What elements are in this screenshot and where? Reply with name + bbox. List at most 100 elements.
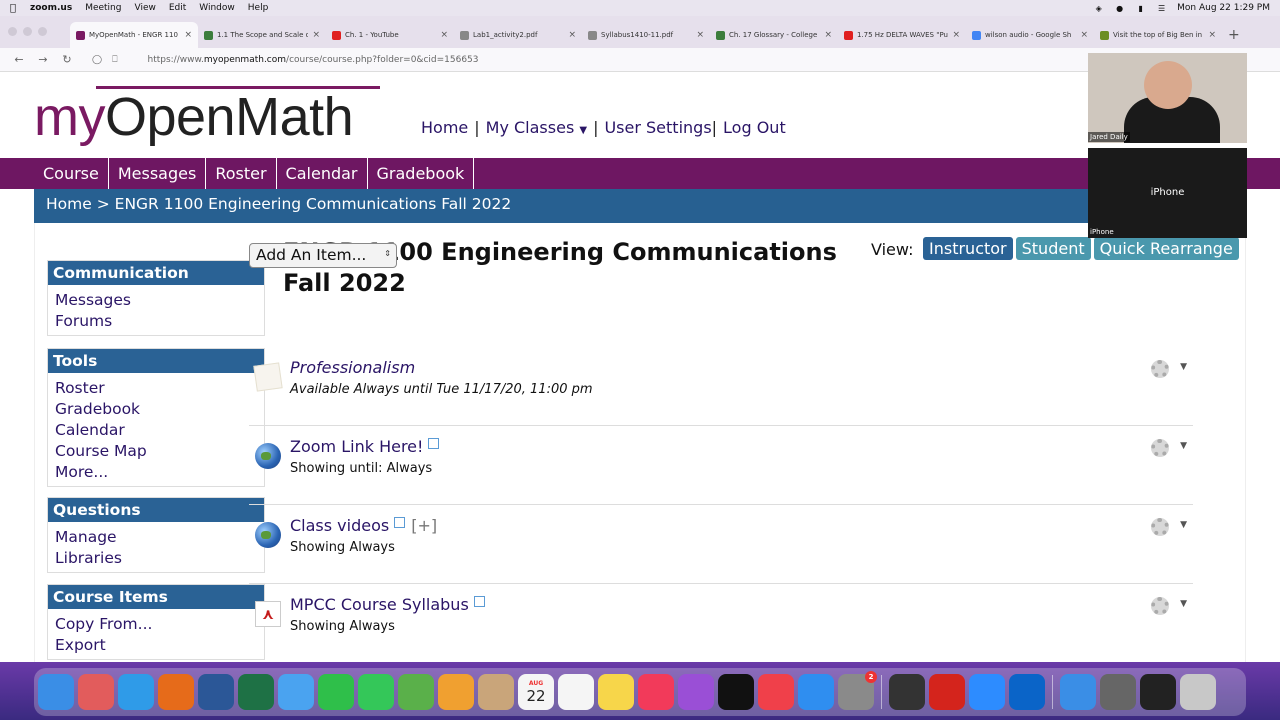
music-icon[interactable] [638,674,674,710]
course-nav-course[interactable]: Course [34,158,109,189]
course-nav-calendar[interactable]: Calendar [277,158,368,189]
close-tab-icon[interactable]: × [952,30,960,40]
terminal-icon[interactable] [1140,674,1176,710]
wifi-icon[interactable]: ◈ [1093,4,1104,13]
zoom-video-tile[interactable]: iPhone iPhone [1088,148,1247,238]
close-tab-icon[interactable]: × [440,30,448,40]
bluetooth-icon[interactable]: ● [1114,4,1125,13]
close-tab-icon[interactable]: × [312,30,320,40]
sidebar-link[interactable]: Roster [55,378,257,399]
sidebar-link[interactable]: Libraries [55,548,257,569]
expand-toggle[interactable]: [+] [411,516,437,535]
menu-view[interactable]: View [134,3,155,13]
finder-icon[interactable] [38,674,74,710]
sidebar-link[interactable]: Messages [55,290,257,311]
trash-icon[interactable] [1180,674,1216,710]
gear-icon[interactable] [1151,439,1169,457]
nav-user-settings-link[interactable]: User Settings [604,118,711,137]
course-item-title[interactable]: Professionalism [290,358,415,377]
sidebar-link[interactable]: Calendar [55,420,257,441]
close-tab-icon[interactable]: × [184,30,192,40]
settings-icon[interactable]: 2 [838,671,877,710]
firefox-icon[interactable] [158,674,194,710]
close-tab-icon[interactable]: × [824,30,832,40]
menu-meeting[interactable]: Meeting [85,3,121,13]
control-center-icon[interactable]: ☰ [1156,4,1167,13]
menu-help[interactable]: Help [248,3,269,13]
gear-icon[interactable] [1151,360,1169,378]
browser-tab[interactable]: Visit the top of Big Ben in × [1094,22,1222,48]
contacts-icon[interactable] [478,674,514,710]
menu-edit[interactable]: Edit [169,3,186,13]
qr-icon[interactable] [889,674,925,710]
browser-tab[interactable]: Lab1_activity2.pdf × [454,22,582,48]
menu-window[interactable]: Window [199,3,235,13]
sidebar-link[interactable]: Course Map [55,441,257,462]
zoom-icon[interactable] [969,674,1005,710]
menubar-clock[interactable]: Mon Aug 22 1:29 PM [1177,3,1270,13]
course-item-title[interactable]: Class videos [+] [290,516,437,535]
downloads-icon[interactable] [1060,674,1096,710]
podcasts-icon[interactable] [678,674,714,710]
forward-icon[interactable]: → [34,53,52,66]
messages-icon[interactable] [358,674,394,710]
reload-icon[interactable]: ↻ [58,53,76,66]
view-instructor-button[interactable]: Instructor [923,237,1013,260]
menu-app-name[interactable]: zoom.us [30,3,72,13]
screenshot-icon[interactable] [1100,674,1136,710]
address-bar[interactable]: https://www.myopenmath.com/course/course… [147,55,478,65]
close-tab-icon[interactable]: × [1208,30,1216,40]
close-tab-icon[interactable]: × [696,30,704,40]
browser-tab[interactable]: 1.1 The Scope and Scale o × [198,22,326,48]
course-item-title[interactable]: MPCC Course Syllabus [290,595,485,614]
nav-home-link[interactable]: Home [421,118,468,137]
sidebar-link[interactable]: Export [55,635,257,656]
course-nav-messages[interactable]: Messages [109,158,207,189]
photos-icon[interactable] [438,674,474,710]
sidebar-link[interactable]: Manage [55,527,257,548]
nav-logout-link[interactable]: Log Out [723,118,786,137]
zoom-window-button[interactable] [38,27,47,36]
lock-icon[interactable]: ⎕ [112,55,117,65]
browser-tab[interactable]: Syllabus1410-11.pdf × [582,22,710,48]
browser-tab[interactable]: 1.75 Hz DELTA WAVES "Pu × [838,22,966,48]
view-student-button[interactable]: Student [1015,237,1091,260]
mail-icon[interactable] [278,674,314,710]
sidebar-link[interactable]: More... [55,462,257,483]
course-nav-roster[interactable]: Roster [206,158,277,189]
course-item-title[interactable]: Zoom Link Here! [290,437,440,456]
battery-icon[interactable]: ▮ [1135,4,1146,13]
course-nav-gradebook[interactable]: Gradebook [368,158,475,189]
apple-icon[interactable]:  [10,3,16,14]
add-item-select[interactable]: Add An Item... ⇕ [249,243,397,268]
browser-tab[interactable]: Ch. 17 Glossary - College × [710,22,838,48]
back-icon[interactable]: ← [10,53,28,66]
sidebar-link[interactable]: Gradebook [55,399,257,420]
calendar-icon[interactable]: AUG 22 [518,674,554,710]
chevron-down-icon[interactable]: ▼ [1180,520,1187,530]
facetime-icon[interactable] [318,674,354,710]
news-icon[interactable] [758,674,794,710]
maps-icon[interactable] [398,674,434,710]
shield-icon[interactable]: ◯ [92,55,102,65]
appstore-icon[interactable] [798,674,834,710]
zoom-video-tile[interactable]: Jared Daily [1088,53,1247,143]
view-quick-rearrange-button[interactable]: Quick Rearrange [1093,237,1239,260]
outlook-icon[interactable] [1009,674,1045,710]
new-tab-button[interactable]: + [1228,22,1240,48]
chevron-down-icon[interactable]: ▼ [1180,441,1187,451]
notes-icon[interactable] [598,674,634,710]
launchpad-icon[interactable] [78,674,114,710]
safari-icon[interactable] [118,674,154,710]
tv-icon[interactable] [718,674,754,710]
myopenmath-logo[interactable]: myOpenMath [34,86,354,148]
close-tab-icon[interactable]: × [568,30,576,40]
gear-icon[interactable] [1151,518,1169,536]
chevron-down-icon[interactable]: ▼ [1180,599,1187,609]
chevron-down-icon[interactable]: ▼ [1180,362,1187,372]
word-icon[interactable] [198,674,234,710]
sidebar-link[interactable]: Copy From... [55,614,257,635]
breadcrumb-home[interactable]: Home [46,195,92,213]
close-tab-icon[interactable]: × [1080,30,1088,40]
acrobat-icon[interactable] [929,674,965,710]
